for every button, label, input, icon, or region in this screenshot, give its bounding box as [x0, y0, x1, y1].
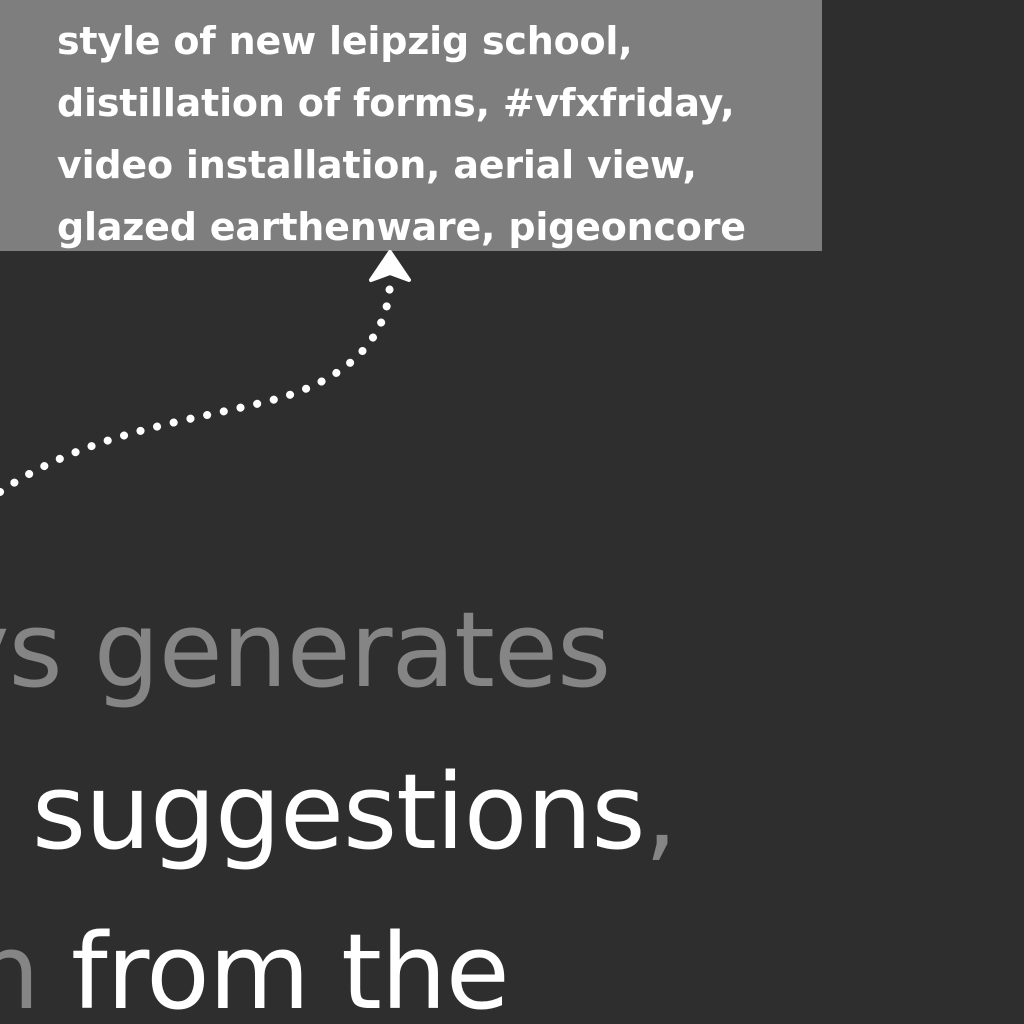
caption-text: ys generates [0, 589, 611, 711]
dotted-arrow-path [0, 278, 394, 496]
caption-line-3: n from the [0, 920, 510, 1024]
caption-text: n [0, 911, 40, 1024]
caption-line-2: t suggestions, [0, 760, 678, 864]
caption-text: suggestions [0, 751, 646, 873]
canvas: style of new leipzig school, distillatio… [0, 0, 1024, 1024]
caption-text: , [644, 751, 678, 873]
caption-line-1: ys generates [0, 598, 611, 702]
prompt-suggestion-box: style of new leipzig school, distillatio… [0, 0, 822, 251]
prompt-line: glazed earthenware, pigeoncore [57, 205, 746, 249]
prompt-line: distillation of forms, #vfxfriday, [57, 81, 735, 125]
prompt-line: video installation, aerial view, [57, 143, 697, 187]
prompt-line: style of new leipzig school, [57, 19, 633, 63]
caption-text: from the [38, 911, 510, 1024]
